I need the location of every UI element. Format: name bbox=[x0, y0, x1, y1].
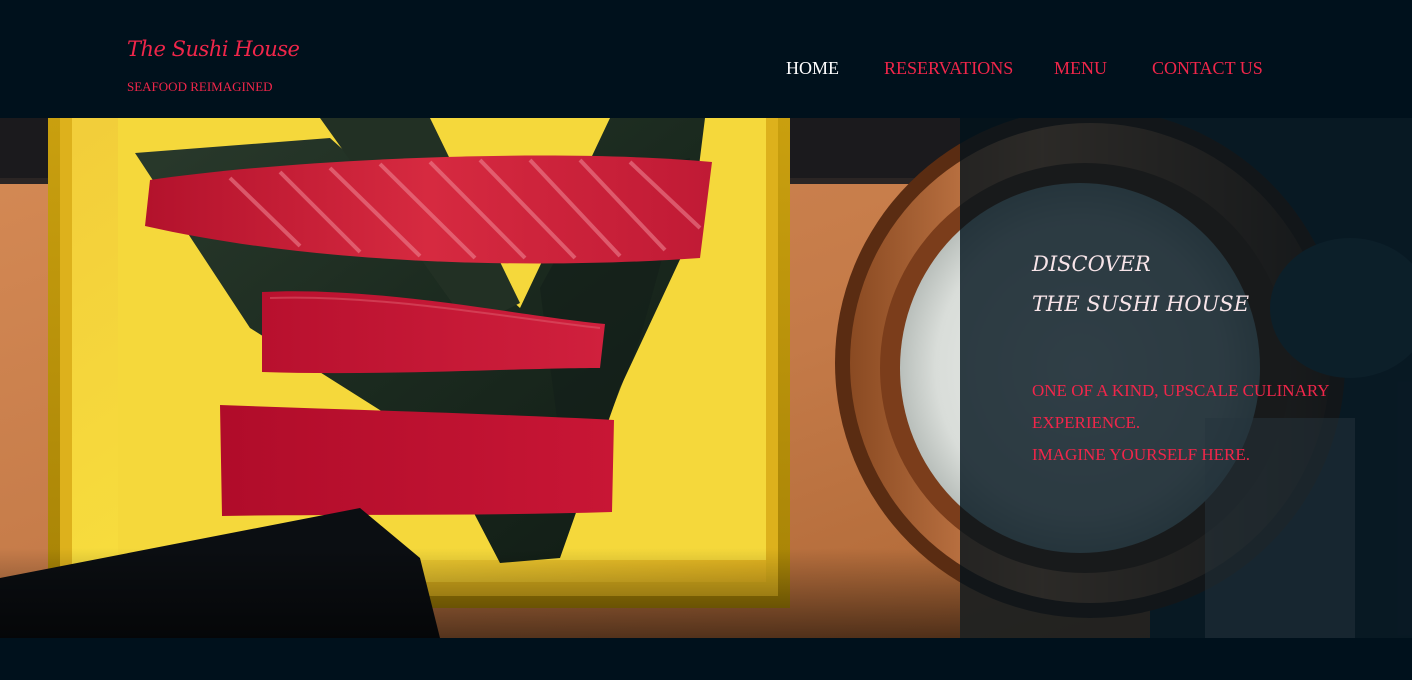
hero-description-line1: ONE OF A KIND, UPSCALE CULINARY bbox=[1032, 381, 1330, 400]
brand-logo-text[interactable]: The Sushi House bbox=[127, 37, 300, 61]
hero-description-line3: IMAGINE YOURSELF HERE. bbox=[1032, 445, 1251, 464]
hero-text-panel bbox=[960, 118, 1412, 638]
nav-link-home[interactable]: HOME bbox=[786, 58, 839, 79]
hero-heading-line1: DISCOVER bbox=[1032, 252, 1151, 276]
nav-link-contact-us[interactable]: CONTACT US bbox=[1152, 58, 1263, 79]
nav-link-menu[interactable]: MENU bbox=[1054, 58, 1107, 79]
footer-band bbox=[0, 638, 1412, 680]
hero-heading-line2: THE SUSHI HOUSE bbox=[1032, 292, 1250, 316]
brand-tagline: SEAFOOD REIMAGINED bbox=[127, 79, 273, 94]
site-header: The Sushi House SEAFOOD REIMAGINED HOME … bbox=[0, 0, 1412, 118]
hero-description-line2: EXPERIENCE. bbox=[1032, 413, 1141, 432]
nav-link-reservations[interactable]: RESERVATIONS bbox=[884, 58, 1013, 79]
